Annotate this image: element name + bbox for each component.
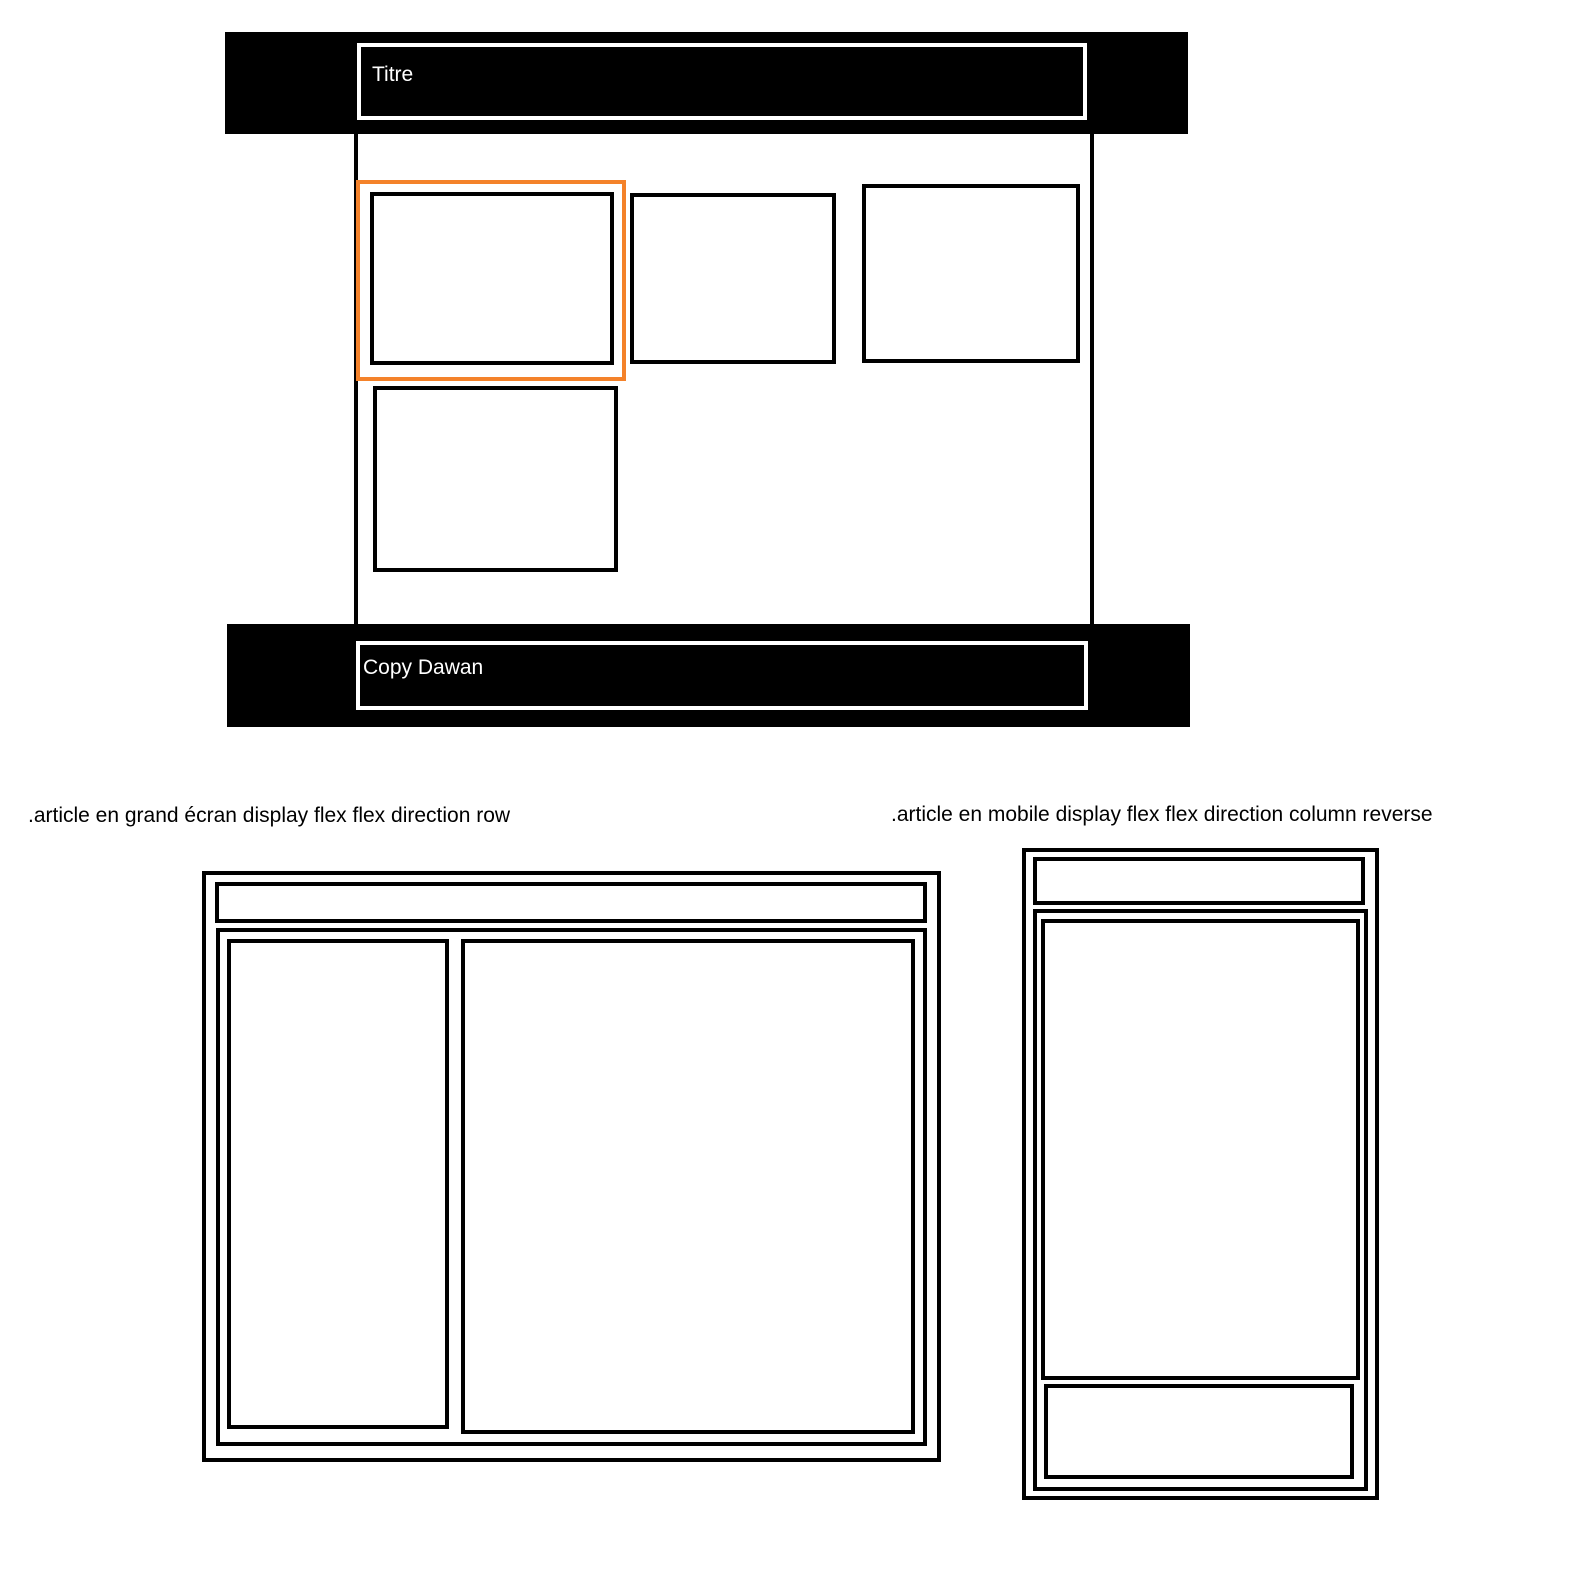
footer-text: Copy Dawan — [363, 656, 484, 679]
mobile-main-box — [1041, 919, 1360, 1380]
desktop-header-box — [215, 882, 927, 923]
mobile-header-box — [1033, 857, 1365, 905]
article-box-3 — [862, 184, 1080, 363]
mobile-aside-box — [1044, 1384, 1354, 1479]
desktop-caption: .article en grand écran display flex fle… — [28, 804, 511, 827]
desktop-aside-box — [227, 939, 449, 1429]
mobile-caption: .article en mobile display flex flex dir… — [891, 803, 1433, 826]
header-title: Titre — [372, 63, 414, 86]
footer-bar: Copy Dawan — [356, 641, 1088, 710]
header-bar: Titre — [357, 43, 1087, 120]
desktop-main-box — [461, 939, 915, 1434]
article-highlight — [356, 180, 626, 381]
article-box-2 — [630, 193, 836, 364]
article-box-4 — [373, 386, 618, 572]
